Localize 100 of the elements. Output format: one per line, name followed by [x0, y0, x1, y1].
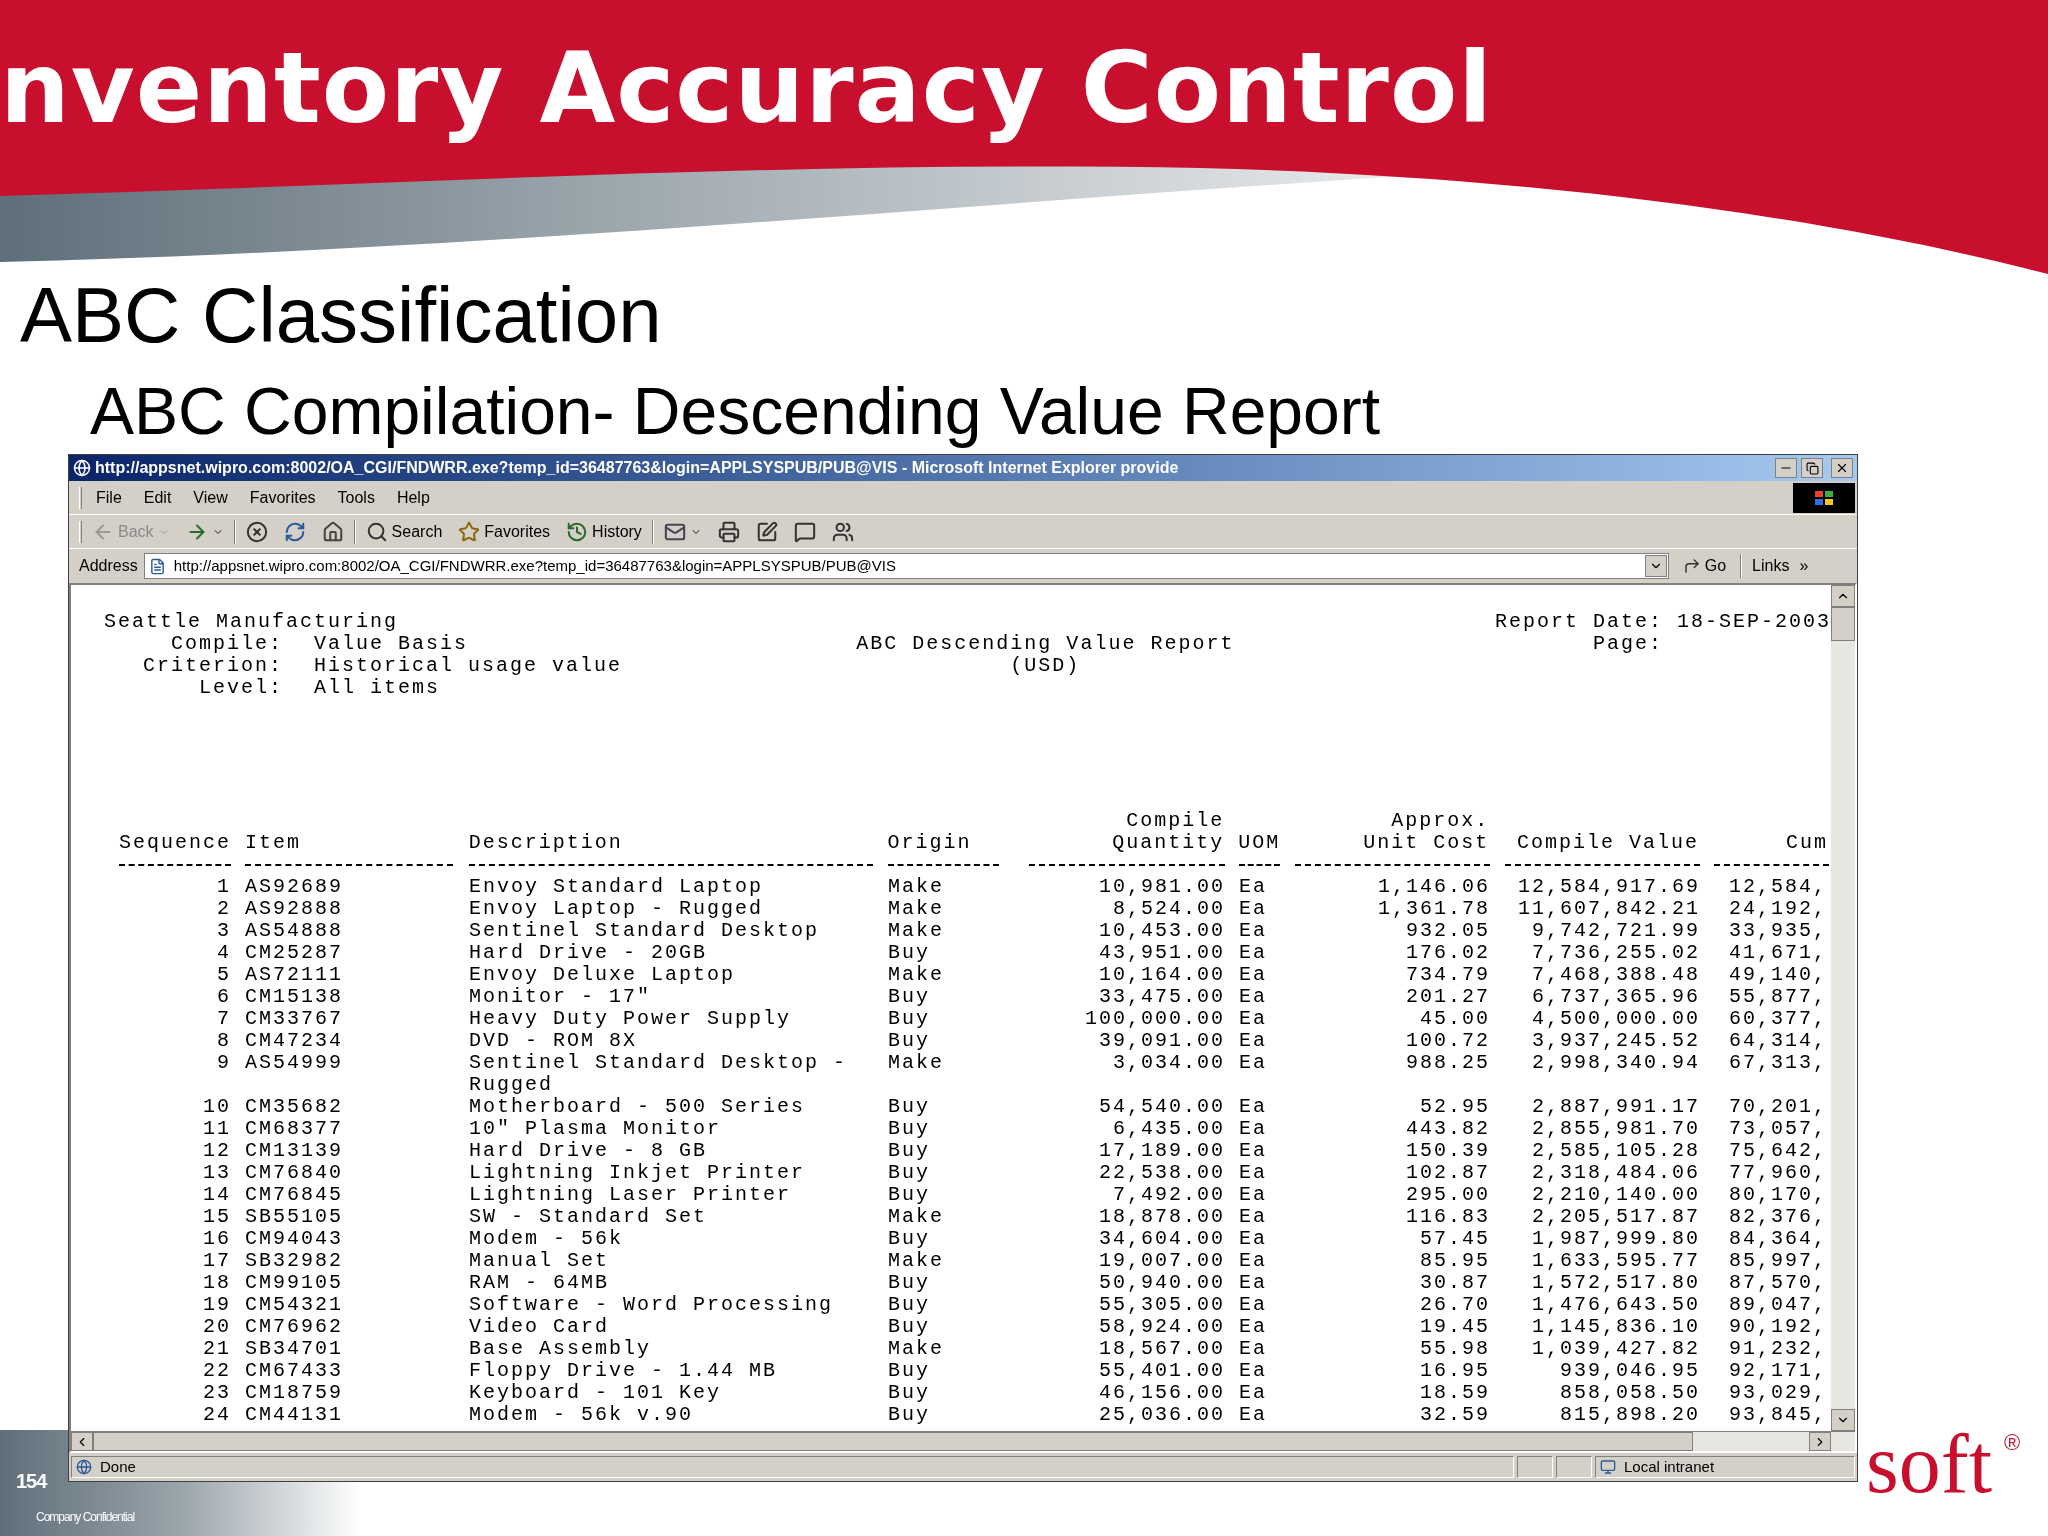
table-cell-text: Buy: [888, 1404, 931, 1426]
company-name: Seattle Manufacturing: [104, 611, 400, 633]
parameter-value: All items: [314, 677, 441, 699]
column-header: UOM: [1238, 832, 1282, 854]
globe-icon: [73, 459, 91, 477]
table-cell-text: 858,058.50: [1558, 1382, 1701, 1404]
table-cell-text: 84,364,: [1728, 1228, 1828, 1250]
table-cell-text: Sentinel Standard Desktop: [469, 920, 821, 942]
table-cell-text: CM13139: [245, 1140, 344, 1162]
table-cell-text: Buy: [888, 1272, 931, 1294]
table-cell-text: CM94043: [245, 1228, 344, 1250]
scroll-right-button[interactable]: [1809, 1432, 1831, 1451]
table-cell-text: CM44131: [245, 1404, 344, 1426]
table-cell-text: Ea: [1239, 1272, 1268, 1294]
table-cell-text: 1,476,643.50: [1530, 1294, 1701, 1316]
more-chevron[interactable]: »: [1799, 554, 1809, 578]
table-cell-text: 5: [216, 964, 232, 986]
scroll-left-button[interactable]: [71, 1432, 93, 1451]
table-cell-text: 1,987,999.80: [1530, 1228, 1701, 1250]
table-cell-text: 6,737,365.96: [1530, 986, 1701, 1008]
table-cell-text: 116.83: [1405, 1206, 1491, 1228]
restore-button[interactable]: [1801, 458, 1823, 478]
table-cell-text: 64,314,: [1728, 1030, 1828, 1052]
table-cell-text: Make: [888, 1206, 945, 1228]
column-header: Description: [468, 832, 624, 854]
table-cell-text: 9,742,721.99: [1530, 920, 1701, 942]
star-icon: [458, 520, 481, 543]
parameter-value: Historical usage value: [314, 655, 623, 677]
table-cell-text: 1,633,595.77: [1530, 1250, 1701, 1272]
table-cell-text: 2,887,991.17: [1530, 1096, 1701, 1118]
table-cell-text: 24: [202, 1404, 232, 1426]
table-cell-text: Ea: [1239, 1294, 1268, 1316]
address-field[interactable]: http://appsnet.wipro.com:8002/OA_CGI/FNDWRR.exe?temp_id=36487763&login=APPLSYSPUB/PUB@VIS: [143, 553, 1669, 579]
table-cell-text: 939,046.95: [1558, 1360, 1701, 1382]
table-cell-text: Buy: [888, 1294, 931, 1316]
table-cell-text: 815,898.20: [1558, 1404, 1701, 1426]
favorites-button[interactable]: Favorites: [454, 517, 555, 546]
table-cell-text: 10: [202, 1096, 232, 1118]
scroll-down-button[interactable]: [1831, 1409, 1855, 1431]
vertical-scrollbar[interactable]: [1831, 585, 1855, 1431]
table-cell-text: 39,091.00: [1097, 1030, 1226, 1052]
table-cell-text: Ea: [1239, 1404, 1268, 1426]
table-cell-text: 12: [202, 1140, 232, 1162]
table-cell-text: 58,924.00: [1097, 1316, 1226, 1338]
table-cell-text: Ea: [1239, 1096, 1268, 1118]
table-cell-text: AS92689: [245, 876, 344, 898]
table-cell-text: 2: [216, 898, 232, 920]
parameter-value: Value Basis: [314, 633, 469, 655]
table-cell-text: 1,361.78: [1377, 898, 1491, 920]
minimize-button[interactable]: [1775, 458, 1797, 478]
table-cell-text: Buy: [888, 1316, 931, 1338]
column-header: Sequence: [119, 832, 232, 854]
table-cell-text: Make: [888, 964, 945, 986]
table-cell-text: 49,140,: [1728, 964, 1828, 986]
table-cell-text: Motherboard - 500 Series: [469, 1096, 807, 1118]
scroll-up-button[interactable]: [1831, 585, 1855, 607]
table-cell-text: Ea: [1239, 898, 1268, 920]
column-header: Origin: [887, 832, 973, 854]
people-icon: [831, 520, 854, 543]
table-cell-text: 12,584,: [1728, 876, 1828, 898]
parameter-label: Criterion:: [141, 655, 283, 677]
table-cell-text: 32.59: [1419, 1404, 1491, 1426]
links-button[interactable]: Links: [1748, 554, 1794, 578]
table-cell-text: Monitor - 17": [469, 986, 653, 1008]
table-cell-text: Make: [888, 1338, 945, 1360]
dropdown-button[interactable]: [1644, 555, 1667, 577]
table-cell-text: 100,000.00: [1083, 1008, 1226, 1030]
menu-item[interactable]: File: [96, 485, 122, 510]
go-button[interactable]: Go: [1674, 554, 1735, 578]
computer-icon: [1600, 1459, 1616, 1475]
table-cell-text: Ea: [1239, 1184, 1268, 1206]
table-cell-text: Make: [888, 898, 945, 920]
table-cell-text: 52.95: [1419, 1096, 1491, 1118]
slide-title: nventory Accuracy Control: [0, 30, 1493, 147]
column-header: Compile Value: [1516, 832, 1701, 854]
history-button[interactable]: History: [562, 517, 646, 546]
table-cell-text: 19: [202, 1294, 232, 1316]
table-cell-text: 85,997,: [1728, 1250, 1828, 1272]
table-cell-text: Buy: [888, 986, 931, 1008]
table-cell-text: 3: [216, 920, 232, 942]
close-icon: [1835, 461, 1849, 475]
scrollbar-thumb[interactable]: [1831, 607, 1855, 641]
table-cell-text: 91,232,: [1728, 1338, 1828, 1360]
menu-item[interactable]: Favorites: [249, 485, 316, 510]
table-cell-text: 11,607,842.21: [1516, 898, 1701, 920]
table-cell-text: 17,189.00: [1097, 1140, 1226, 1162]
menu-item[interactable]: View: [193, 485, 228, 510]
table-cell-text: 24,192,: [1728, 898, 1828, 920]
table-cell-text: CM54321: [245, 1294, 344, 1316]
menu-item[interactable]: Tools: [337, 485, 375, 510]
status-panel: [1517, 1456, 1553, 1478]
table-cell-text: Modem - 56k: [469, 1228, 625, 1250]
search-button[interactable]: Search: [361, 517, 447, 546]
menu-item[interactable]: Edit: [143, 485, 172, 510]
close-button[interactable]: [1831, 458, 1853, 478]
home-icon: [321, 520, 344, 543]
menu-item[interactable]: Help: [396, 485, 430, 510]
search-icon: [365, 520, 388, 543]
table-cell-text: 10,453.00: [1097, 920, 1226, 942]
table-cell-text: 55.98: [1419, 1338, 1491, 1360]
